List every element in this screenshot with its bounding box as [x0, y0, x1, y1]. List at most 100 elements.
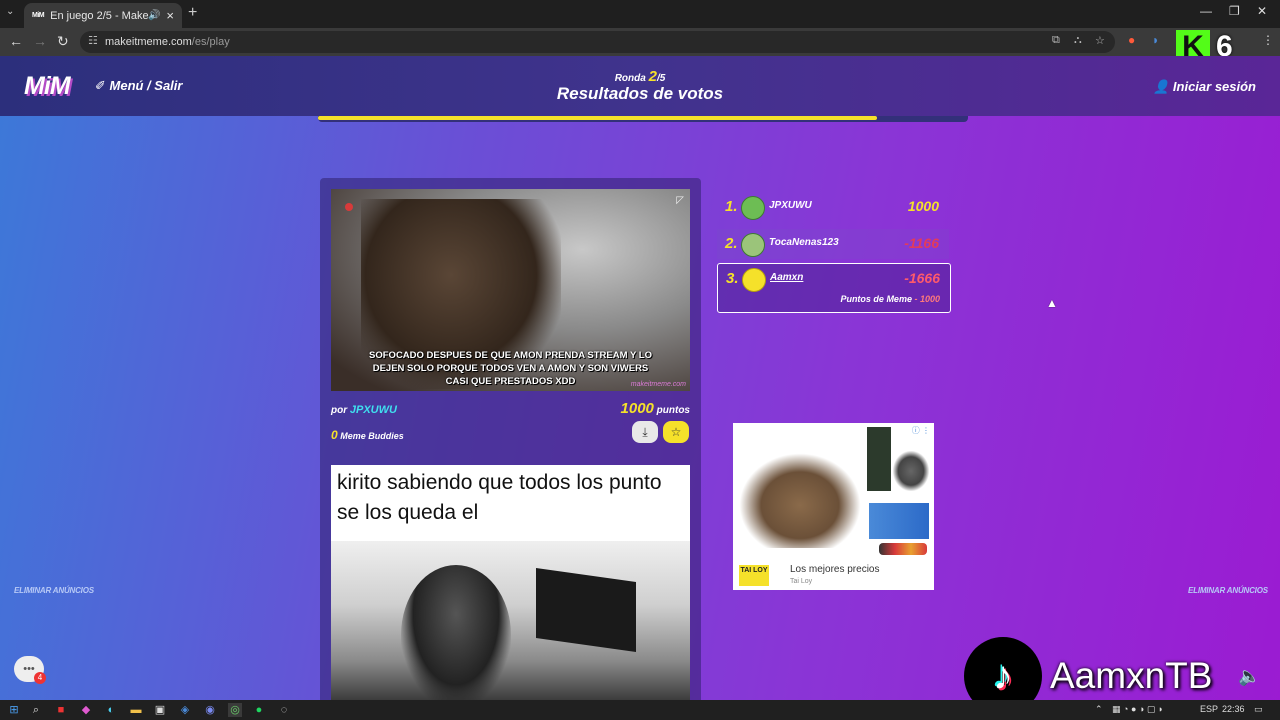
leaderboard-score: 1000 — [907, 198, 939, 214]
round-current: 2 — [648, 68, 657, 85]
avatar — [741, 233, 765, 257]
ad-choices-icon[interactable]: ⓘ ⋮ — [912, 425, 930, 436]
install-app-icon[interactable]: ⧉ — [1052, 34, 1060, 47]
bookmark-star-icon[interactable]: ☆ — [1095, 34, 1105, 47]
avatar — [742, 268, 766, 292]
user-icon: 👤 — [1153, 79, 1170, 94]
browser-tab-active[interactable]: MiM En juego 2/5 - Make it Meme 🔊 × — [24, 3, 182, 28]
tab-favicon: MiM — [32, 12, 45, 19]
meme-watermark: makeitmeme.com — [630, 381, 686, 388]
meme-author: por JPXUWU — [331, 404, 397, 416]
forward-icon[interactable]: → — [33, 33, 47, 49]
leaderboard-username[interactable]: Aamxn — [770, 272, 803, 283]
app-icon[interactable]: ◈ — [178, 703, 192, 717]
favorite-button[interactable]: ☆ — [663, 421, 689, 443]
volume-icon[interactable]: 🔈 — [1238, 666, 1260, 687]
buddies-count: 0 — [331, 428, 338, 442]
star-icon: ☆ — [670, 425, 682, 439]
ad-product-dinosaur — [739, 453, 861, 548]
reload-icon[interactable]: ↻ — [57, 33, 69, 50]
store-icon[interactable]: ▣ — [153, 703, 167, 717]
app-icon[interactable]: ■ — [54, 703, 68, 717]
extension-audio-icon[interactable]: ◗ — [1152, 33, 1159, 47]
leaderboard-rank: 3. — [726, 270, 739, 287]
meme-image-2: kirito sabiendo que todos los punto se l… — [331, 465, 690, 700]
chrome-icon[interactable]: ◎ — [228, 703, 242, 717]
address-bar[interactable]: ☷ makeitmeme.com/es/play ⧉ ⛬ ☆ — [80, 31, 1115, 53]
file-explorer-icon[interactable]: ▬ — [129, 703, 143, 717]
edge-icon[interactable]: ◐ — [104, 703, 118, 717]
browser-menu-icon[interactable]: ⋮ — [1262, 33, 1274, 47]
translate-icon[interactable]: ⛬ — [1074, 34, 1082, 47]
language-indicator[interactable]: ESP — [1200, 704, 1218, 714]
download-button[interactable]: ⤓ — [632, 421, 658, 443]
leaderboard-row-self: 3. Aamxn -1666 Puntos de Meme - 1000 — [717, 263, 951, 313]
leaderboard-username[interactable]: TocaNenas123 — [769, 237, 839, 248]
ad-brand-logo: TAI LOY — [739, 565, 769, 586]
meme-points-label: Puntos de Meme — [840, 294, 912, 304]
record-icon — [345, 203, 353, 211]
corner-icon: ◸ — [676, 195, 684, 206]
app-icon[interactable]: ◌ — [277, 703, 291, 717]
remove-ads-link-right[interactable]: ELIMINAR ANÚNCIOS — [1188, 586, 1268, 595]
discord-icon[interactable]: ◉ — [203, 703, 217, 717]
meme2-text: kirito sabiendo que todos los punto se l… — [337, 471, 662, 524]
avatar — [741, 196, 765, 220]
new-tab-icon[interactable]: + — [188, 4, 197, 22]
meme-points-breakdown: Puntos de Meme - 1000 — [840, 294, 940, 304]
meme-image-1: ◸ SOFOCADO DESPUES DE QUE AMON PRENDA ST… — [331, 189, 690, 391]
author-name[interactable]: JPXUWU — [350, 404, 397, 416]
url-path: /es/play — [191, 36, 230, 48]
url-host: makeitmeme.com — [105, 36, 192, 48]
ad-headline: Los mejores precios — [790, 564, 880, 575]
leaderboard-row: 2. TocaNenas123 -1166 — [717, 229, 949, 259]
tab-search-icon[interactable]: ⌄ — [6, 6, 14, 17]
maximize-icon[interactable]: ❐ — [1229, 4, 1240, 18]
minimize-icon[interactable]: — — [1200, 4, 1212, 18]
meme-points-value: - 1000 — [914, 294, 940, 304]
chat-icon: ••• — [23, 663, 35, 675]
close-window-icon[interactable]: ✕ — [1257, 4, 1267, 18]
phase-title: Resultados de votos — [556, 84, 724, 103]
remove-ads-link-left[interactable]: ELIMINAR ANÚNCIOS — [14, 586, 94, 595]
leaderboard-rank: 2. — [725, 235, 738, 252]
url-text[interactable]: makeitmeme.com/es/play — [105, 36, 230, 48]
start-icon[interactable]: ⊞ — [7, 703, 21, 717]
buddies-label: Meme Buddies — [340, 431, 404, 441]
round-total: /5 — [656, 73, 666, 84]
spotify-icon[interactable]: ● — [252, 703, 266, 717]
speaker-icon[interactable]: 🔊 — [148, 10, 160, 21]
meme-caption: SOFOCADO DESPUES DE QUE AMON PRENDA STRE… — [369, 350, 652, 387]
tab-title: En juego 2/5 - Make it Meme — [50, 9, 148, 22]
round-progress-bar — [318, 116, 968, 122]
app-icon[interactable]: ◆ — [79, 703, 93, 717]
clock[interactable]: 22:36 — [1222, 704, 1245, 714]
leaderboard-rank: 1. — [725, 198, 738, 215]
site-info-icon[interactable]: ☷ — [88, 34, 98, 47]
search-icon[interactable]: ⌕ — [29, 703, 43, 717]
mouse-cursor-icon: ▲ — [1046, 296, 1058, 310]
leaderboard-score: -1666 — [904, 270, 940, 286]
chat-button[interactable]: ••• 4 — [14, 656, 46, 684]
ad-product-box — [867, 427, 891, 491]
leaderboard-score: -1166 — [904, 235, 939, 251]
leaderboard-row: 1. JPXUWU 1000 — [717, 192, 949, 222]
leaderboard-username[interactable]: JPXUWU — [769, 200, 812, 211]
extension-fire-icon[interactable]: ● — [1128, 33, 1135, 47]
login-label: Iniciar sesión — [1172, 79, 1256, 94]
meme-points-label: puntos — [656, 405, 690, 416]
tray-icons[interactable]: ▦ ◔ ● ◑ ▢ ◗ — [1112, 704, 1163, 715]
author-prefix: por — [331, 405, 348, 416]
notification-icon[interactable]: ▭ — [1254, 704, 1263, 715]
meme2-monitor — [536, 567, 636, 653]
tray-arrow-icon[interactable]: ⌃ — [1095, 704, 1103, 715]
back-icon[interactable]: ← — [9, 33, 23, 49]
login-button[interactable]: 👤 Iniciar sesión — [1153, 79, 1256, 95]
meme-points-value: 1000 — [620, 400, 654, 417]
advertisement[interactable]: ⓘ ⋮ TAI LOY Los mejores precios Tai Loy — [733, 423, 934, 590]
ad-advertiser: Tai Loy — [790, 578, 813, 585]
close-tab-icon[interactable]: × — [166, 8, 174, 23]
meme-points: 1000 puntos — [621, 400, 690, 417]
round-indicator: Ronda 2/5 — [0, 68, 1280, 85]
windows-taskbar: ⊞ ⌕ ■ ◆ ◐ ▬ ▣ ◈ ◉ ◎ ● ◌ ⌃ ▦ ◔ ● ◑ ▢ ◗ ES… — [0, 700, 1280, 720]
